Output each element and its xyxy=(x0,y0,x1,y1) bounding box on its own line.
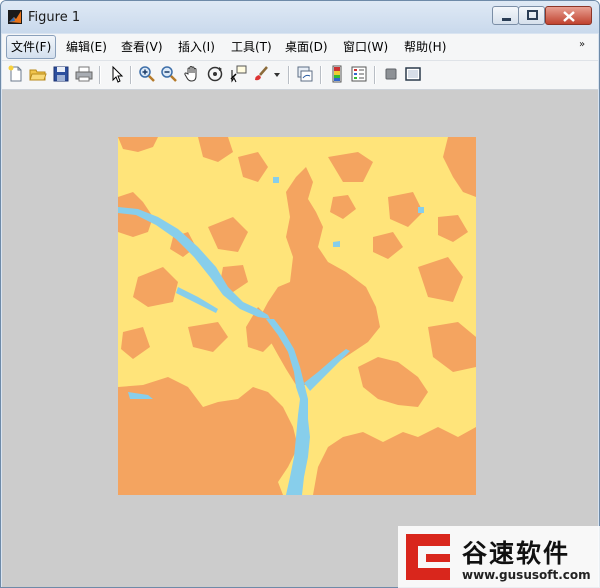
pointer-icon[interactable] xyxy=(108,65,126,83)
close-button[interactable] xyxy=(545,6,592,25)
pan-hand-icon[interactable] xyxy=(183,65,201,83)
watermark-url: www.gususoft.com xyxy=(462,568,591,582)
colorbar-icon[interactable] xyxy=(328,65,346,83)
brush-icon[interactable] xyxy=(252,65,270,83)
window-title: Figure 1 xyxy=(28,10,81,25)
menu-insert[interactable]: 插入(I) xyxy=(178,38,215,56)
toolbar-separator xyxy=(99,66,101,84)
print-icon[interactable] xyxy=(75,65,93,83)
new-figure-icon[interactable] xyxy=(7,65,25,83)
menu-overflow-chevron[interactable]: » xyxy=(579,39,585,50)
open-file-icon[interactable] xyxy=(29,65,47,83)
minimize-icon xyxy=(502,18,511,21)
toolbar-separator xyxy=(130,66,132,84)
maximize-icon xyxy=(527,10,538,20)
figure-toolbar xyxy=(2,61,598,90)
menu-edit[interactable]: 编辑(E) xyxy=(66,38,107,56)
zoom-in-icon[interactable] xyxy=(138,65,156,83)
show-plot-tools-icon[interactable] xyxy=(404,65,422,83)
rotate-3d-icon[interactable] xyxy=(206,65,224,83)
menu-file[interactable]: 文件(F) xyxy=(6,35,57,59)
link-plot-icon[interactable] xyxy=(296,65,314,83)
menu-desktop[interactable]: 桌面(D) xyxy=(285,38,328,56)
watermark-name: 谷速软件 xyxy=(462,539,571,568)
toolbar-separator xyxy=(320,66,322,84)
land-cover-image[interactable] xyxy=(118,137,476,495)
legend-icon[interactable] xyxy=(350,65,368,83)
save-icon[interactable] xyxy=(52,65,70,83)
title-bar[interactable]: Figure 1 xyxy=(1,1,599,33)
zoom-out-icon[interactable] xyxy=(160,65,178,83)
menu-bar: 文件(F) 编辑(E) 查看(V) 插入(I) 工具(T) 桌面(D) 窗口(W… xyxy=(2,34,598,61)
toolbar-separator xyxy=(288,66,290,84)
close-icon xyxy=(563,11,575,22)
chevron-down-icon[interactable] xyxy=(273,65,281,83)
data-cursor-icon[interactable] xyxy=(229,65,247,83)
menu-window[interactable]: 窗口(W) xyxy=(343,38,388,56)
toolbar-separator xyxy=(374,66,376,84)
maximize-button[interactable] xyxy=(518,6,545,25)
menu-view[interactable]: 查看(V) xyxy=(121,38,163,56)
menu-help[interactable]: 帮助(H) xyxy=(404,38,446,56)
matlab-icon xyxy=(8,10,22,24)
menu-tools[interactable]: 工具(T) xyxy=(231,38,272,56)
minimize-button[interactable] xyxy=(492,6,519,25)
hide-plot-tools-icon[interactable] xyxy=(382,65,400,83)
